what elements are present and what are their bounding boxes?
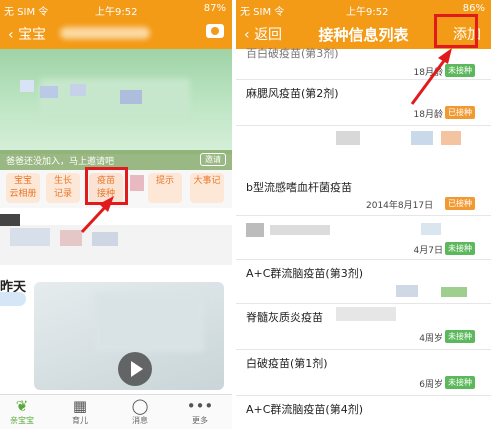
status-badge: 未接种 bbox=[445, 64, 475, 77]
blur-block bbox=[270, 225, 330, 235]
blur-block bbox=[396, 285, 418, 297]
vaccine-name: b型流感嗜血杆菌疫苗 bbox=[246, 181, 352, 194]
tab-label: 亲宝宝 bbox=[10, 416, 34, 425]
baby-name-blurred bbox=[60, 27, 150, 39]
status-badge: 已接种 bbox=[445, 106, 475, 119]
camera-icon[interactable] bbox=[206, 24, 224, 38]
invite-text: 爸爸还没加入，马上邀请吧 bbox=[6, 157, 115, 167]
quick-label: 大事记 bbox=[193, 176, 221, 186]
vaccine-name: 白破疫苗(第1剂) bbox=[246, 357, 328, 370]
tab-label: 消息 bbox=[132, 416, 148, 425]
play-icon[interactable] bbox=[118, 352, 152, 386]
back-button[interactable]: ‹ 宝宝 bbox=[8, 24, 46, 44]
quick-tips[interactable]: 提示 bbox=[148, 173, 182, 203]
vaccine-item[interactable]: A+C群流脑疫苗(第4剂) bbox=[236, 395, 491, 429]
blur-block bbox=[246, 223, 264, 237]
tab-messages[interactable]: ◯ 消息 bbox=[120, 397, 160, 426]
vaccine-list: 百白破疫苗(第3剂) 18月龄 未接种 麻腮风疫苗(第2剂) 18月龄 已接种 … bbox=[236, 47, 491, 429]
chevron-left-icon: ‹ bbox=[8, 27, 14, 43]
status-badge: 已接种 bbox=[445, 197, 475, 210]
blur-block bbox=[40, 86, 58, 98]
carrier-text: 无 SIM 令 bbox=[4, 7, 49, 18]
battery-text: 86% bbox=[462, 3, 485, 14]
vaccine-item[interactable]: A+C群流脑疫苗(第3剂) bbox=[236, 259, 491, 304]
feed-section-marker bbox=[0, 214, 20, 226]
clock-text: 上午9:52 bbox=[95, 7, 138, 18]
tab-parenting[interactable]: ▦ 育儿 bbox=[60, 397, 100, 426]
battery-text: 87% bbox=[203, 3, 226, 14]
quick-photo-album[interactable]: 宝宝 云相册 bbox=[6, 173, 40, 203]
more-dots-icon: ••• bbox=[186, 397, 214, 415]
profile-banner bbox=[0, 49, 232, 154]
status-bar: 无 SIM 令 上午9:52 87% bbox=[0, 0, 232, 18]
blur-block bbox=[92, 232, 118, 246]
blur-block bbox=[130, 175, 144, 191]
vaccine-name: A+C群流脑疫苗(第4剂) bbox=[246, 403, 364, 416]
quick-label: 提示 bbox=[155, 176, 174, 186]
chat-bubble-icon: ◯ bbox=[131, 397, 149, 415]
vaccination-list-screen: 无 SIM 令 上午9:52 86% ‹ 返回 接种信息列表 添加 百白破疫苗(… bbox=[236, 0, 491, 429]
vaccine-age: 4月7日 bbox=[413, 246, 443, 256]
quick-growth-record[interactable]: 生长 记录 bbox=[46, 173, 80, 203]
vaccine-name: 脊髓灰质炎疫苗 bbox=[246, 311, 323, 324]
tab-more[interactable]: ••• 更多 bbox=[180, 397, 220, 426]
quick-label: 生长 记录 bbox=[53, 176, 72, 199]
video-thumbnail[interactable] bbox=[34, 282, 224, 390]
vaccine-item[interactable]: 麻腮风疫苗(第2剂) 18月龄 已接种 bbox=[236, 79, 491, 126]
vaccine-age: 6周岁 bbox=[419, 380, 443, 390]
invite-button[interactable]: 邀请 bbox=[200, 153, 226, 166]
carrier-text: 无 SIM 令 bbox=[240, 7, 285, 18]
blur-block bbox=[421, 223, 441, 235]
vaccine-item[interactable]: b型流感嗜血杆菌疫苗 2014年8月17日 已接种 bbox=[236, 125, 491, 216]
blur-block bbox=[10, 228, 50, 246]
blur-block bbox=[60, 230, 82, 246]
vaccine-age: 2014年8月17日 bbox=[366, 201, 434, 211]
vaccine-item[interactable]: 白破疫苗(第1剂) 6周岁 未接种 bbox=[236, 349, 491, 396]
quick-label: 宝宝 云相册 bbox=[9, 176, 37, 199]
grid-icon: ▦ bbox=[72, 397, 88, 415]
vaccine-name: A+C群流脑疫苗(第3剂) bbox=[246, 267, 364, 280]
clock-text: 上午9:52 bbox=[346, 7, 389, 18]
highlight-box-vaccination bbox=[85, 167, 128, 205]
vaccine-item[interactable]: 百白破疫苗(第3剂) 18月龄 未接种 bbox=[236, 41, 491, 80]
blur-block bbox=[120, 90, 142, 104]
tab-label: 育儿 bbox=[72, 416, 88, 425]
status-badge: 未接种 bbox=[445, 376, 475, 389]
blur-block bbox=[0, 292, 26, 306]
sprout-icon: ❦ bbox=[15, 397, 29, 415]
vaccine-item[interactable]: 4月7日 未接种 bbox=[236, 215, 491, 260]
blur-block bbox=[336, 307, 396, 321]
vaccine-item[interactable]: 脊髓灰质炎疫苗 4周岁 未接种 bbox=[236, 303, 491, 350]
top-nav: ‹ 宝宝 bbox=[0, 17, 232, 49]
back-label: 宝宝 bbox=[18, 27, 47, 43]
blur-block bbox=[441, 131, 461, 145]
vaccine-age: 18月龄 bbox=[413, 68, 443, 78]
baby-home-screen: 无 SIM 令 上午9:52 87% ‹ 宝宝 爸爸还没加入，马上邀请吧 邀请 … bbox=[0, 0, 232, 429]
quick-milestones[interactable]: 大事记 bbox=[190, 173, 224, 203]
blur-block bbox=[20, 80, 34, 92]
bottom-tab-bar: ❦ 亲宝宝 ▦ 育儿 ◯ 消息 ••• 更多 bbox=[0, 394, 232, 429]
status-badge: 未接种 bbox=[445, 242, 475, 255]
vaccine-name: 百白破疫苗(第3剂) bbox=[246, 47, 339, 60]
vaccine-age: 18月龄 bbox=[413, 110, 443, 120]
blur-block bbox=[70, 84, 86, 96]
vaccine-name: 麻腮风疫苗(第2剂) bbox=[246, 87, 339, 100]
blur-block bbox=[411, 131, 433, 145]
blur-block bbox=[336, 131, 360, 145]
status-badge: 未接种 bbox=[445, 330, 475, 343]
tab-label: 更多 bbox=[192, 416, 208, 425]
vaccine-age: 4周岁 bbox=[419, 334, 443, 344]
tab-home[interactable]: ❦ 亲宝宝 bbox=[2, 397, 42, 426]
blur-block bbox=[441, 287, 467, 297]
